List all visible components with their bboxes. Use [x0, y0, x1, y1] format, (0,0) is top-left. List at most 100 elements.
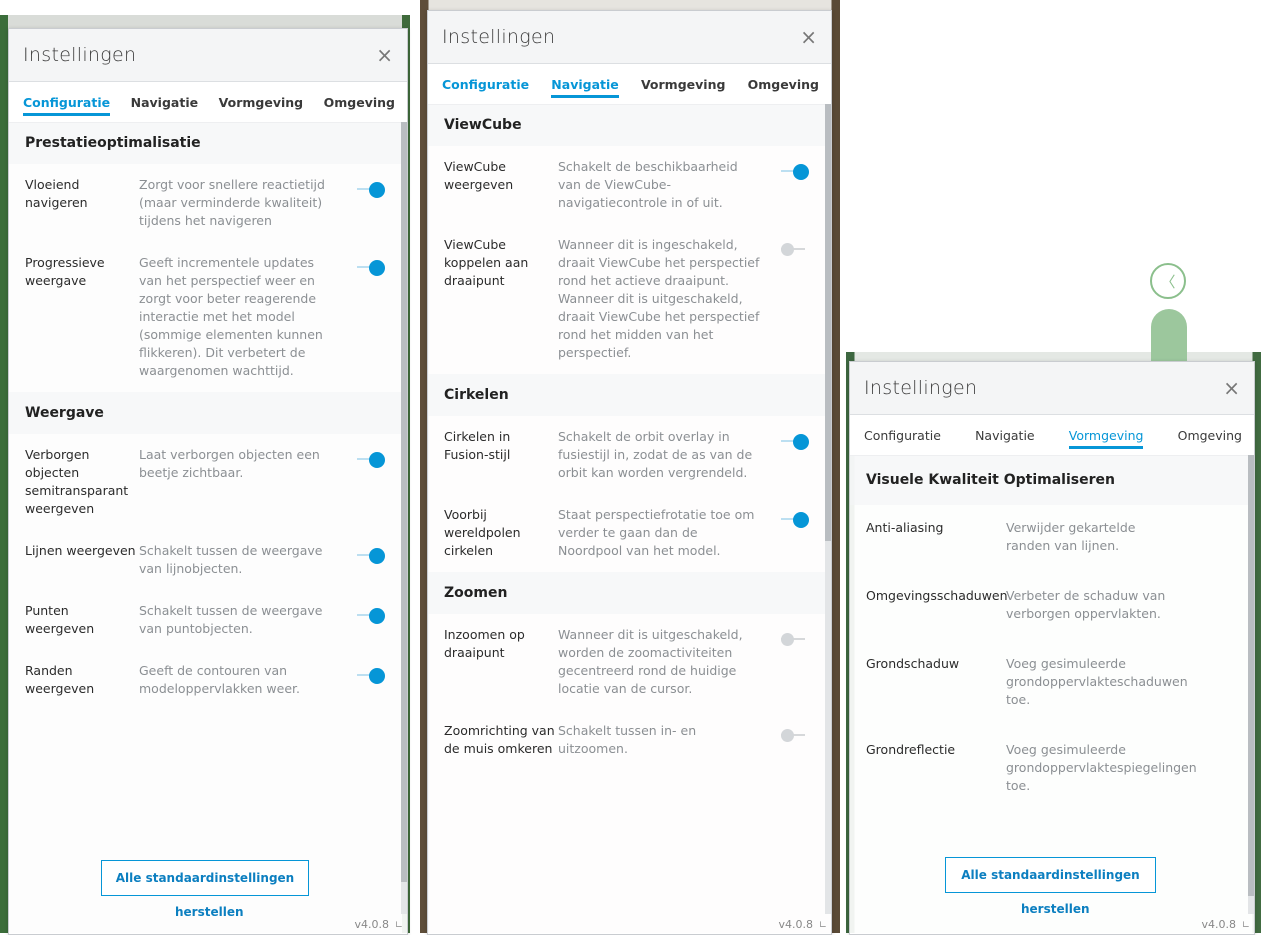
section-title: Cirkelen — [428, 374, 831, 416]
tab-navigatie[interactable]: Navigatie — [975, 422, 1035, 449]
comment-icon[interactable]: 〈 — [1150, 263, 1186, 299]
section-title: ViewCube — [428, 104, 831, 146]
setting-row: Grondreflectie Voeg gesimuleerde grondop… — [850, 727, 1254, 813]
tab-configuratie[interactable]: Configuratie — [864, 422, 941, 449]
reset-defaults-link[interactable]: herstellen — [1021, 902, 1090, 916]
setting-description: Schakelt tussen in- en uitzoomen. — [558, 723, 697, 756]
setting-description: Wanneer dit is ingeschakeld, draait View… — [558, 237, 760, 360]
tab-navigatie[interactable]: Navigatie — [551, 71, 620, 98]
setting-toggle[interactable] — [357, 182, 385, 198]
setting-row: Progressieve weergave Geeft incrementele… — [9, 242, 407, 392]
scrollbar[interactable] — [401, 122, 407, 914]
setting-label: Zoomrichting van de muis omkeren — [444, 723, 555, 756]
setting-label: Voorbij wereldpolen cirkelen — [444, 507, 521, 558]
panel-header: Instellingen × — [428, 11, 831, 64]
reset-defaults-button[interactable]: Alle standaardinstellingen — [945, 857, 1156, 893]
setting-description: Geeft incrementele updates van het persp… — [139, 255, 323, 378]
panel-title: Instellingen — [864, 377, 978, 399]
setting-toggle[interactable] — [781, 512, 809, 528]
setting-toggle[interactable] — [357, 668, 385, 684]
setting-description: Schakelt tussen de weergave van lijnobje… — [139, 543, 323, 576]
setting-row: Lijnen weergeven Schakelt tussen de weer… — [9, 530, 407, 590]
setting-label: ViewCube weergeven — [444, 159, 514, 192]
setting-row: Inzoomen op draaipunt Wanneer dit is uit… — [428, 614, 831, 710]
tab-omgeving[interactable]: Omgeving — [324, 89, 395, 116]
viewer-toolbar-pill — [1151, 309, 1187, 361]
scrollbar[interactable] — [825, 104, 831, 914]
setting-toggle[interactable] — [357, 260, 385, 276]
setting-description: Laat verborgen objecten een beetje zicht… — [139, 447, 320, 480]
setting-label: Grondreflectie — [866, 742, 956, 757]
settings-tabs: Configuratie Navigatie Vormgeving Omgevi… — [9, 82, 407, 123]
setting-row: Punten weergeven Schakelt tussen de weer… — [9, 590, 407, 650]
setting-label: Lijnen weergeven — [25, 543, 136, 558]
setting-description: Schakelt tussen de weergave van puntobje… — [139, 603, 323, 636]
scrollbar[interactable] — [1248, 455, 1254, 914]
setting-toggle[interactable] — [781, 434, 809, 450]
tab-vormgeving[interactable]: Vormgeving — [641, 71, 725, 98]
setting-label: ViewCube koppelen aan draaipunt — [444, 237, 529, 288]
setting-description: Verwijder gekartelde randen van lijnen. — [1006, 520, 1136, 553]
tab-vormgeving[interactable]: Vormgeving — [1068, 422, 1143, 449]
settings-panel-vormgeving: Instellingen × Configuratie Navigatie Vo… — [849, 361, 1255, 935]
setting-description: Verbeter de schaduw van verborgen opperv… — [1006, 588, 1166, 621]
setting-label: Verborgen objecten semitransparant weerg… — [25, 447, 129, 516]
settings-panel-navigatie: Instellingen × Configuratie Navigatie Vo… — [427, 10, 832, 935]
setting-label: Anti-aliasing — [866, 520, 944, 535]
setting-toggle[interactable] — [357, 608, 385, 624]
setting-description: Staat perspectiefrotatie toe om verder t… — [558, 507, 755, 558]
close-icon[interactable]: × — [800, 25, 817, 49]
setting-description: Geeft de contouren van modeloppervlakken… — [139, 663, 300, 696]
setting-description: Zorgt voor snellere reactietijd (maar ve… — [139, 177, 325, 228]
reset-defaults-button[interactable]: Alle standaardinstellingen — [101, 860, 309, 896]
setting-row: Voorbij wereldpolen cirkelen Staat persp… — [428, 494, 831, 572]
tab-vormgeving[interactable]: Vormgeving — [219, 89, 303, 116]
setting-label: Grondschaduw — [866, 656, 960, 671]
setting-description: Schakelt de orbit overlay in fusiestijl … — [558, 429, 753, 480]
setting-row: Anti-aliasing Verwijder gekartelde rande… — [850, 505, 1254, 573]
tab-configuratie[interactable]: Configuratie — [23, 89, 111, 116]
setting-label: Omgevingsschaduwen — [866, 588, 1008, 603]
setting-label: Progressieve weergave — [25, 255, 105, 288]
setting-description: Wanneer dit is uitgeschakeld, worden de … — [558, 627, 743, 696]
setting-row: Zoomrichting van de muis omkeren Schakel… — [428, 710, 831, 770]
setting-toggle[interactable] — [781, 728, 809, 742]
settings-tabs: Configuratie Navigatie Vormgeving Omgevi… — [428, 64, 831, 105]
resize-handle-icon[interactable]: ∟ — [395, 920, 403, 931]
setting-label: Punten weergeven — [25, 603, 95, 636]
resize-handle-icon[interactable]: ∟ — [1242, 920, 1250, 931]
setting-toggle[interactable] — [357, 548, 385, 564]
tab-configuratie[interactable]: Configuratie — [442, 71, 529, 98]
setting-label: Vloeiend navigeren — [25, 177, 88, 210]
resize-handle-icon[interactable]: ∟ — [819, 920, 827, 931]
panel-header: Instellingen × — [850, 362, 1254, 415]
setting-row: Vloeiend navigeren Zorgt voor snellere r… — [9, 164, 407, 242]
section-title: Weergave — [9, 392, 407, 434]
setting-row: Verborgen objecten semitransparant weerg… — [9, 434, 407, 530]
section-title: Prestatieoptimalisatie — [9, 122, 407, 164]
settings-content: ViewCube ViewCube weergeven Schakelt de … — [428, 104, 831, 934]
reset-defaults-link[interactable]: herstellen — [175, 905, 244, 919]
tab-navigatie[interactable]: Navigatie — [131, 89, 198, 116]
close-icon[interactable]: × — [1223, 376, 1240, 400]
setting-toggle[interactable] — [781, 164, 809, 180]
setting-label: Randen weergeven — [25, 663, 95, 696]
setting-description: Voeg gesimuleerde grondoppervlakteschadu… — [1006, 656, 1188, 707]
setting-toggle[interactable] — [357, 452, 385, 468]
setting-toggle[interactable] — [781, 242, 809, 256]
version-label: v4.0.8 — [1201, 918, 1237, 931]
section-title: Visuele Kwaliteit Optimaliseren — [850, 455, 1254, 505]
close-icon[interactable]: × — [376, 43, 393, 67]
tab-omgeving[interactable]: Omgeving — [748, 71, 819, 98]
settings-tabs: Configuratie Navigatie Vormgeving Omgevi… — [850, 415, 1254, 456]
tab-omgeving[interactable]: Omgeving — [1178, 422, 1242, 449]
setting-row: Omgevingsschaduwen Verbeter de schaduw v… — [850, 573, 1254, 641]
panel-title: Instellingen — [442, 26, 556, 48]
setting-toggle[interactable] — [781, 632, 809, 646]
setting-description: Voeg gesimuleerde grondoppervlaktespiege… — [1006, 742, 1197, 793]
version-label: v4.0.8 — [354, 918, 390, 931]
panel-header: Instellingen × — [9, 29, 407, 82]
section-title: Zoomen — [428, 572, 831, 614]
version-label: v4.0.8 — [778, 918, 814, 931]
setting-description: Schakelt de beschikbaarheid van de ViewC… — [558, 159, 738, 210]
